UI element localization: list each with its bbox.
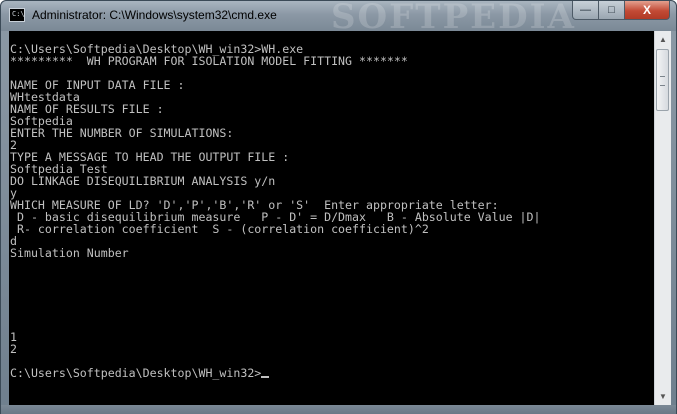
softpedia-watermark: SOFTPEDIA xyxy=(331,1,576,31)
console-line: C:\Users\Softpedia\Desktop\WH_win32> xyxy=(10,366,262,380)
console-output-area[interactable]: C:\Users\Softpedia\Desktop\WH_win32>WH.e… xyxy=(9,31,654,405)
console-line: Simulation Number xyxy=(10,246,129,260)
console-line: ENTER THE NUMBER OF SIMULATIONS: xyxy=(10,126,234,140)
cmd-app-icon-glyph: C:\ xyxy=(12,10,25,18)
window-title: Administrator: C:\Windows\system32\cmd.e… xyxy=(32,8,277,22)
scrollbar-grip-icon xyxy=(660,76,665,86)
title-bar[interactable]: SOFTPEDIA C:\ Administrator: C:\Windows\… xyxy=(1,1,676,31)
console-line: R- correlation coefficient S - (correlat… xyxy=(10,222,429,236)
vertical-scrollbar[interactable]: ▲ ▼ xyxy=(654,31,671,405)
close-button[interactable]: X xyxy=(625,1,670,20)
close-icon: X xyxy=(642,3,651,17)
scroll-up-arrow-icon[interactable]: ▲ xyxy=(655,31,671,48)
scrollbar-thumb[interactable] xyxy=(656,49,669,111)
console-line: 2 xyxy=(10,342,17,356)
caption-buttons: — □ X xyxy=(572,1,670,21)
console-text: C:\Users\Softpedia\Desktop\WH_win32>WH.e… xyxy=(9,31,654,379)
maximize-button[interactable]: □ xyxy=(599,1,625,20)
console-line: DO LINKAGE DISEQUILIBRIUM ANALYSIS y/n xyxy=(10,174,276,188)
console-line: ********* WH PROGRAM FOR ISOLATION MODEL… xyxy=(10,54,408,68)
scroll-down-arrow-icon[interactable]: ▼ xyxy=(655,388,671,405)
cmd-app-icon[interactable]: C:\ xyxy=(9,8,25,22)
window-bottom-border xyxy=(1,405,676,414)
maximize-icon: □ xyxy=(608,4,615,16)
text-cursor xyxy=(261,376,270,378)
minimize-icon: — xyxy=(580,4,591,16)
minimize-button[interactable]: — xyxy=(572,1,599,20)
cmd-window: SOFTPEDIA C:\ Administrator: C:\Windows\… xyxy=(0,0,677,414)
